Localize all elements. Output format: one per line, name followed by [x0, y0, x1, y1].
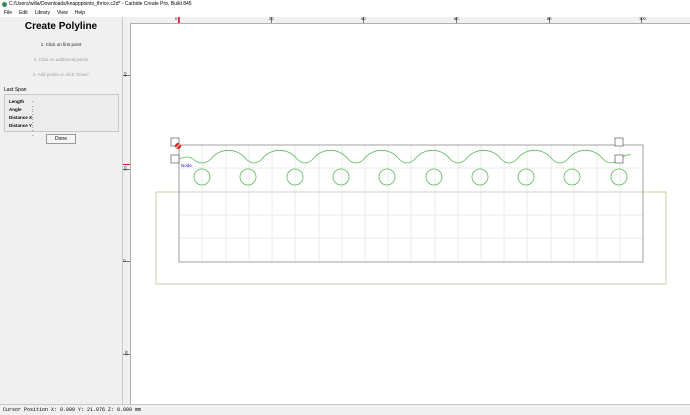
length-row: Length --- [9, 99, 34, 114]
ruler-label-20: 20 [269, 16, 274, 21]
distance-y-row: Distance Y --- [9, 123, 34, 138]
distance-x-label: Distance X [9, 115, 33, 120]
scalloped-edge-polyline [178, 150, 632, 164]
resize-handle-top-right[interactable] [614, 137, 624, 147]
ruler-label-40: 40 [361, 16, 366, 21]
step-2-text: 2. Click on additional points [33, 57, 89, 62]
menu-file[interactable]: File [4, 9, 12, 17]
ruler-label-60: 60 [454, 16, 459, 21]
ruler-tick [179, 17, 180, 23]
ruler-cursor-marker [123, 164, 130, 165]
step-3-text: 3. Add points or click "Done" [32, 72, 90, 77]
node-marker-icon[interactable] [174, 142, 182, 150]
ruler-label-0: 0 [121, 259, 127, 262]
status-bar: Cursor Position X: 0.000 Y: 21.076 Z: 0.… [0, 404, 690, 415]
design-canvas-svg[interactable]: Node [131, 24, 690, 404]
ruler-label-40: 40 [122, 72, 128, 77]
menu-help[interactable]: Help [75, 9, 85, 17]
step-1-text: 1. Click on first point [40, 42, 82, 47]
vertical-ruler: 40 20 0 -20 [121, 23, 131, 404]
cursor-position-text: Cursor Position X: 0.000 Y: 21.076 Z: 0.… [3, 407, 142, 413]
ruler-label-0: 0 [175, 16, 178, 21]
done-button[interactable]: Done [46, 134, 76, 144]
menu-edit[interactable]: Edit [19, 9, 28, 17]
tool-panel: Create Polyline 1. Click on first point … [0, 17, 123, 404]
resize-handle-mid-left[interactable] [170, 154, 180, 164]
angle-row: Angle --- [9, 107, 34, 122]
design-canvas[interactable]: Node [131, 24, 690, 404]
last-span-label: Last Span [4, 87, 27, 93]
hole-circles [193, 168, 628, 186]
panel-title: Create Polyline [24, 21, 98, 32]
distance-y-value: --- [32, 123, 34, 138]
window-title: C:/Users/willa/Downloads/knapppoints_thr… [9, 1, 192, 7]
horizontal-ruler: 0 20 40 60 80 100 [123, 16, 690, 24]
ruler-label-20: 20 [122, 166, 128, 171]
distance-x-row: Distance X --- [9, 115, 34, 130]
node-label: Node [181, 163, 192, 168]
ruler-label-minus-20: -20 [123, 350, 129, 357]
last-span-box: Length --- Angle --- Distance X --- Dist… [4, 94, 119, 138]
menu-library[interactable]: Library [35, 9, 50, 17]
ruler-label-80: 80 [547, 16, 552, 21]
resize-handle-mid-right[interactable] [614, 154, 624, 164]
angle-label: Angle [9, 107, 22, 112]
title-bar: C:/Users/willa/Downloads/knapppoints_thr… [0, 0, 690, 9]
distance-y-label: Distance Y [9, 123, 32, 128]
length-label: Length [9, 99, 24, 104]
ruler-label-100: 100 [639, 16, 646, 21]
job-grid [178, 145, 643, 262]
app-icon [2, 2, 7, 7]
menu-view[interactable]: View [57, 9, 68, 17]
